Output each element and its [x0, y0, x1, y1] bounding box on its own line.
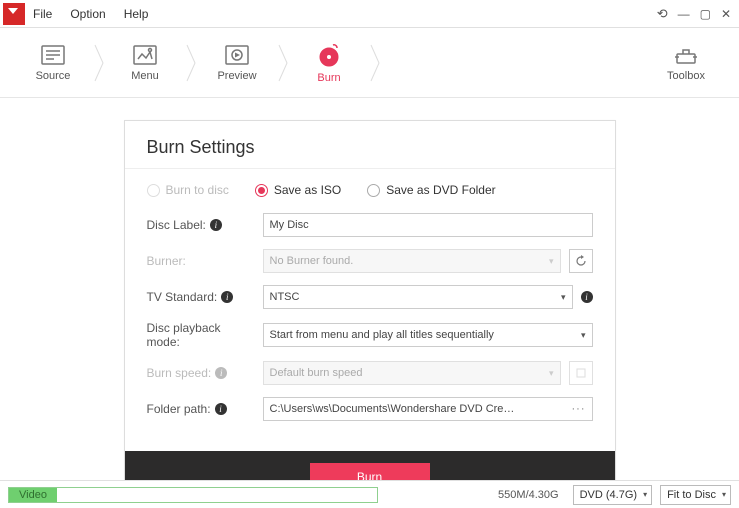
- burn-speed-select: Default burn speed ▾: [263, 361, 561, 385]
- menubar: File Option Help: [33, 7, 148, 21]
- select-value: Default burn speed: [270, 367, 363, 379]
- radio-label: Save as DVD Folder: [386, 183, 495, 197]
- chevron-down-icon: ▾: [549, 256, 554, 267]
- radio-dot-icon: [255, 184, 268, 197]
- select-value: DVD (4.7G): [580, 489, 637, 501]
- label-burn-speed: Burn speed: i: [147, 366, 255, 380]
- select-value: NTSC: [270, 291, 300, 303]
- radio-label: Burn to disc: [166, 183, 229, 197]
- card-title: Burn Settings: [147, 137, 593, 158]
- window-controls: — ▢ ✕: [657, 6, 731, 22]
- nav-step-label: Toolbox: [667, 70, 705, 82]
- chevron-right-icon: [276, 28, 290, 98]
- nav-step-source[interactable]: Source: [14, 28, 92, 98]
- info-icon: i: [215, 367, 227, 379]
- radio-dot-icon: [147, 184, 160, 197]
- nav-step-menu[interactable]: Menu: [106, 28, 184, 98]
- close-icon[interactable]: ✕: [721, 7, 731, 21]
- maximize-icon[interactable]: ▢: [700, 7, 711, 21]
- chevron-down-icon: ▾: [581, 330, 586, 341]
- label-disc-label: Disc Label: i: [147, 218, 255, 232]
- chevron-down-icon: ▾: [561, 292, 566, 303]
- radio-label: Save as ISO: [274, 183, 341, 197]
- nav-step-label: Source: [36, 70, 71, 82]
- radio-dot-icon: [367, 184, 380, 197]
- label-tv-standard: TV Standard: i: [147, 290, 255, 304]
- nav-step-label: Preview: [217, 70, 256, 82]
- titlebar: File Option Help — ▢ ✕: [0, 0, 739, 28]
- nav-step-preview[interactable]: Preview: [198, 28, 276, 98]
- info-icon[interactable]: i: [221, 291, 233, 303]
- info-icon[interactable]: i: [210, 219, 222, 231]
- burner-select: No Burner found. ▾: [263, 249, 561, 273]
- menu-help[interactable]: Help: [124, 7, 149, 21]
- radio-burn-to-disc: Burn to disc: [147, 183, 229, 197]
- chevron-right-icon: [92, 28, 106, 98]
- label-burner: Burner:: [147, 254, 255, 268]
- browse-ellipsis-icon[interactable]: ···: [572, 403, 586, 415]
- folder-path-value: C:\Users\ws\Documents\Wondershare DVD Cr…: [270, 403, 520, 415]
- disc-label-input[interactable]: [263, 213, 593, 237]
- fit-mode-select[interactable]: Fit to Disc ▾: [660, 485, 731, 505]
- menu-option[interactable]: Option: [70, 7, 105, 21]
- select-value: Start from menu and play all titles sequ…: [270, 329, 494, 341]
- label-playback-mode: Disc playback mode:: [147, 321, 255, 349]
- minimize-icon[interactable]: —: [678, 7, 690, 21]
- feedback-icon[interactable]: [657, 6, 668, 22]
- info-icon[interactable]: i: [215, 403, 227, 415]
- radio-save-as-iso[interactable]: Save as ISO: [255, 183, 341, 197]
- workflow-nav: Source Menu Preview Burn Toolbox: [0, 28, 739, 98]
- chevron-down-icon: ▾: [722, 490, 726, 499]
- chevron-right-icon: [184, 28, 198, 98]
- nav-step-label: Burn: [317, 72, 340, 84]
- playback-mode-select[interactable]: Start from menu and play all titles sequ…: [263, 323, 593, 347]
- nav-toolbox[interactable]: Toolbox: [647, 28, 725, 98]
- disc-type-select[interactable]: DVD (4.7G) ▾: [573, 485, 652, 505]
- label-folder-path: Folder path: i: [147, 402, 255, 416]
- select-value: No Burner found.: [270, 255, 354, 267]
- burn-speed-extra-button: [569, 361, 593, 385]
- chevron-right-icon: [368, 28, 382, 98]
- capacity-progress: Video: [8, 487, 378, 503]
- progress-label: Video: [9, 489, 47, 501]
- chevron-down-icon: ▾: [549, 368, 554, 379]
- chevron-down-icon: ▾: [643, 490, 647, 499]
- nav-step-label: Menu: [131, 70, 159, 82]
- info-icon[interactable]: i: [581, 291, 593, 303]
- select-value: Fit to Disc: [667, 489, 716, 501]
- menu-file[interactable]: File: [33, 7, 52, 21]
- size-text: 550M/4.30G: [498, 489, 559, 501]
- output-mode-radios: Burn to disc Save as ISO Save as DVD Fol…: [147, 183, 593, 197]
- tv-standard-select[interactable]: NTSC ▾: [263, 285, 573, 309]
- radio-save-as-dvd-folder[interactable]: Save as DVD Folder: [367, 183, 495, 197]
- status-bar: Video 550M/4.30G DVD (4.7G) ▾ Fit to Dis…: [0, 480, 739, 508]
- folder-path-field[interactable]: C:\Users\ws\Documents\Wondershare DVD Cr…: [263, 397, 593, 421]
- nav-step-burn[interactable]: Burn: [290, 28, 368, 98]
- app-logo: [3, 3, 25, 25]
- burn-settings-card: Burn Settings Burn to disc Save as ISO S…: [124, 120, 616, 504]
- refresh-burners-button[interactable]: [569, 249, 593, 273]
